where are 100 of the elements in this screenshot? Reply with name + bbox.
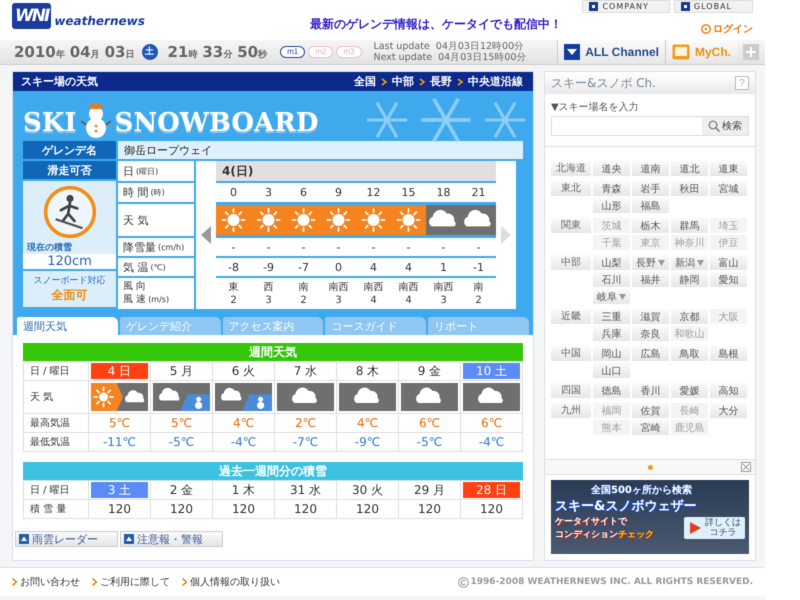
table-cell: 120 [461, 500, 523, 519]
table-cell: -11℃ [89, 433, 151, 452]
day-label: 31 水 [288, 482, 322, 498]
square-icon [680, 2, 690, 11]
prefecture-button[interactable]: 愛媛 [671, 383, 708, 398]
table-cell: 南西 3 [321, 278, 356, 309]
prefecture-button[interactable]: 青森 [593, 181, 630, 196]
mode-button[interactable]: m1 [280, 46, 306, 58]
prefecture-button[interactable]: 道北 [671, 161, 708, 176]
footer-link[interactable]: お問い合わせ [12, 575, 80, 589]
footer-link[interactable]: ご利用に際して [92, 575, 170, 589]
ad-cta-button[interactable]: 詳しくは コチラ [684, 517, 745, 539]
prefecture-button[interactable]: 京都 [671, 309, 708, 324]
cloud-snowman-icon [215, 383, 272, 411]
top-link[interactable]: GLOBAL [674, 0, 753, 13]
table-cell: 12 [356, 183, 391, 202]
prefecture-button[interactable]: 鳥取 [671, 346, 708, 361]
region-button[interactable]: 近畿 [551, 309, 591, 324]
prefecture-button[interactable]: 道南 [632, 161, 669, 176]
prefecture-button[interactable]: 高知 [710, 383, 747, 398]
link-button[interactable]: 雨雲レーダー [15, 531, 118, 547]
headline[interactable]: 最新のゲレンデ情報は、ケータイでも配信中！ [310, 16, 562, 33]
table-cell: 6 [286, 183, 321, 202]
time-unit: 秒 [258, 48, 268, 61]
chevron-icon [419, 78, 425, 86]
top-link[interactable]: COMPANY [582, 0, 670, 13]
date-unit: 日 [126, 49, 134, 61]
region-button[interactable]: 四国 [551, 383, 591, 398]
table-cell: 6℃ [461, 414, 523, 433]
day-label: 30 火 [350, 482, 384, 498]
table-cell: 120 [337, 500, 399, 519]
footer-link[interactable]: 個人情報の取り扱い [182, 575, 280, 589]
prefecture-button[interactable]: 道東 [710, 161, 747, 176]
prefecture-button[interactable]: 富山 [710, 255, 747, 270]
breadcrumb-link[interactable]: 中部 [392, 74, 414, 89]
prefecture-button[interactable]: 道央 [593, 161, 630, 176]
prefecture-button[interactable]: 岐阜 [593, 289, 630, 304]
region-button[interactable]: 関東 [551, 218, 591, 233]
prefecture-button[interactable]: 宮城 [710, 181, 747, 196]
table-cell: 西 3 [251, 278, 286, 309]
region-button[interactable]: 東北 [551, 181, 591, 196]
chevron-icon [12, 578, 17, 586]
prefecture-button[interactable]: 愛知 [710, 272, 747, 287]
prefecture-button[interactable]: 山口 [593, 363, 630, 378]
prefecture-button[interactable]: 広島 [632, 346, 669, 361]
previous-arrow-icon[interactable] [201, 226, 211, 244]
prefecture-button[interactable]: 岩手 [632, 181, 669, 196]
next-arrow-icon[interactable] [501, 226, 511, 244]
prefecture-button[interactable]: 香川 [632, 383, 669, 398]
cloud-icon [339, 383, 396, 411]
expand-icon[interactable] [741, 462, 751, 472]
prefecture-button[interactable]: 福島 [632, 198, 669, 213]
prefecture-button[interactable]: 滋賀 [632, 309, 669, 324]
link-button[interactable]: 注意報・警報 [120, 531, 223, 547]
breadcrumb-link[interactable]: 長野 [430, 74, 452, 89]
row-label: 天 気 [24, 381, 89, 414]
square-icon [589, 2, 598, 11]
day-label: 7 水 [292, 363, 318, 379]
day-label: 4 日 [91, 363, 148, 379]
add-button[interactable] [743, 44, 759, 60]
table-cell: 120 [275, 500, 337, 519]
chevron-icon [457, 78, 463, 86]
prefecture-button[interactable]: 福井 [632, 272, 669, 287]
region-button[interactable]: 中部 [551, 255, 591, 270]
prefecture-button[interactable]: 大分 [710, 403, 747, 418]
region-button[interactable]: 中国 [551, 346, 591, 361]
table-cell: - [251, 238, 286, 256]
prefecture-button[interactable]: 宮崎 [632, 420, 669, 435]
prefecture-button[interactable]: 岡山 [593, 346, 630, 361]
prefecture-button[interactable]: 山梨 [593, 255, 630, 270]
table-cell: - [286, 238, 321, 256]
ad-banner[interactable]: 全国500ヶ所から検索 スキー&スノボウェザー ケータイサイトで コンディションチェック 詳しくは コチラ [551, 480, 749, 554]
prefecture-button[interactable]: 栃木 [632, 218, 669, 233]
breadcrumb-link[interactable]: 全国 [354, 74, 376, 89]
prefecture-button[interactable]: 石川 [593, 272, 630, 287]
prefecture-button[interactable]: 山形 [593, 198, 630, 213]
logo-text[interactable]: weathernews [54, 14, 145, 28]
prefecture-button[interactable]: 島根 [710, 346, 747, 361]
breadcrumb-link[interactable]: 中央道沿線 [468, 74, 523, 89]
prefecture-button[interactable]: 佐賀 [632, 403, 669, 418]
prefecture-button[interactable]: 徳島 [593, 383, 630, 398]
region-button[interactable]: 北海道 [551, 161, 591, 176]
prefecture-button[interactable]: 長野 [632, 255, 669, 270]
prefecture-button[interactable]: 新潟 [671, 255, 708, 270]
pager-dot[interactable] [648, 464, 652, 470]
prefecture-button[interactable]: 秋田 [671, 181, 708, 196]
logo-mark[interactable]: WNI [12, 3, 52, 29]
date-number: 03 [104, 43, 126, 61]
region-button[interactable]: 九州 [551, 403, 591, 418]
cloud-icon [277, 383, 334, 411]
snow-depth: 120cm [23, 254, 116, 269]
time-number: 50 [237, 43, 258, 61]
prefecture-button[interactable]: 群馬 [671, 218, 708, 233]
prefecture-button[interactable]: 兵庫 [593, 326, 630, 341]
tab[interactable]: 週間天気 [17, 317, 118, 335]
channel-tab[interactable]: ALL Channel [557, 40, 665, 64]
prefecture-button[interactable]: 奈良 [632, 326, 669, 341]
prefecture-button[interactable]: 静岡 [671, 272, 708, 287]
prefecture-button[interactable]: 三重 [593, 309, 630, 324]
section-title: 過去一週間分の積雪 [23, 462, 523, 480]
